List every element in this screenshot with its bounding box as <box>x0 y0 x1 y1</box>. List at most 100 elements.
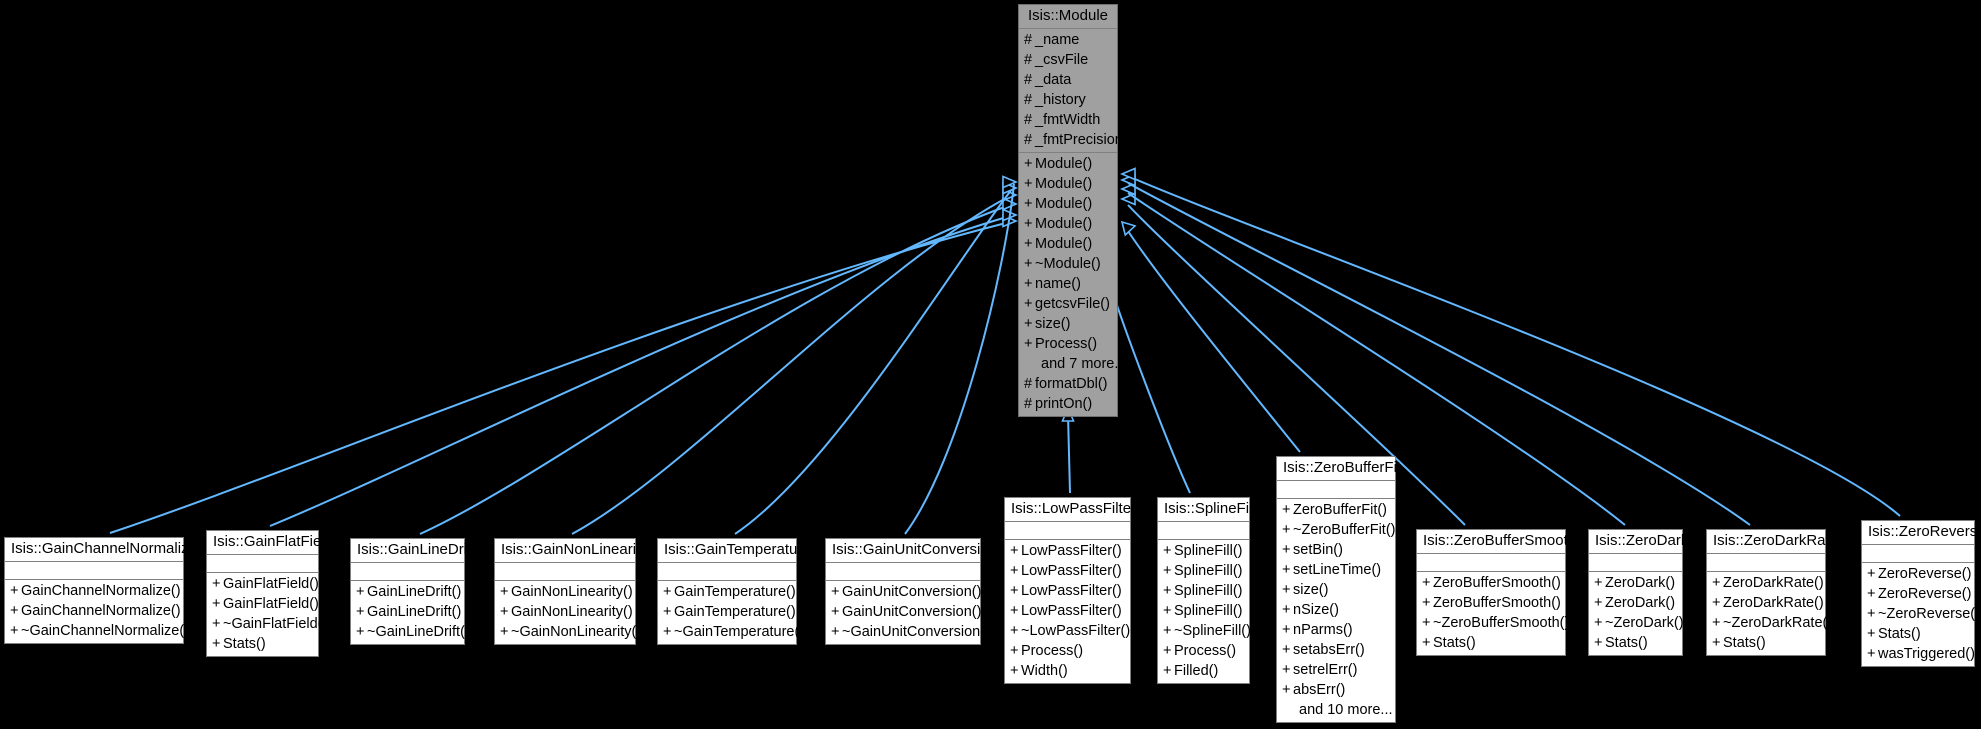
class-methods-section: + GainUnitConversion() + GainUnitConversion… <box>826 581 990 644</box>
class-box[interactable]: Isis::LowPassFilter + LowPassFilter() + LowP… <box>1004 497 1136 684</box>
member-visibility: + <box>212 576 221 592</box>
member-label: Width() <box>1021 663 1068 679</box>
member-visibility: + <box>1163 583 1172 599</box>
class-member: + Width() <box>1005 661 1130 681</box>
class-member: + getcsvFile() <box>1019 294 1117 314</box>
class-member: # _data <box>1019 70 1117 90</box>
class-box[interactable]: Isis::ZeroReverse + ZeroReverse() + ZeroReve… <box>1861 520 1981 667</box>
member-label: _history <box>1035 92 1086 108</box>
class-member: # _fmtWidth <box>1019 110 1117 130</box>
member-label: GainChannelNormalize() <box>21 603 181 619</box>
member-label: GainNonLinearity() <box>511 584 633 600</box>
class-member: + wasTriggered() <box>1862 644 1975 664</box>
class-member: + ~LowPassFilter() <box>1005 621 1130 641</box>
member-label: GainNonLinearity() <box>511 604 633 620</box>
class-attributes-section <box>1707 554 1825 572</box>
class-member: # _name <box>1019 30 1117 50</box>
member-visibility: # <box>1024 72 1033 88</box>
member-label: Module() <box>1035 236 1093 252</box>
class-box[interactable]: Isis::GainTemperature + GainTemperature() +… <box>657 538 811 645</box>
member-label: size() <box>1035 316 1071 332</box>
member-visibility: + <box>500 604 509 620</box>
class-box[interactable]: Isis::GainNonLinearity + GainNonLinearity(… <box>494 538 648 645</box>
class-name-label: Isis::GainChannelNormalize <box>5 538 197 562</box>
member-label: ZeroDarkRate() <box>1723 575 1824 591</box>
class-box[interactable]: Isis::SplineFill + SplineFill() + SplineFill… <box>1157 497 1256 684</box>
member-label: ~ZeroDark() <box>1605 615 1684 631</box>
class-member: + Stats() <box>1707 633 1825 653</box>
class-member: + ZeroDark() <box>1589 573 1682 593</box>
class-member: + Stats() <box>1862 624 1974 644</box>
class-member: # formatDbl() <box>1019 374 1117 394</box>
member-visibility: + <box>1010 563 1019 579</box>
class-box[interactable]: Isis::ZeroDarkRate + ZeroDarkRate() + ZeroDa… <box>1706 529 1838 656</box>
class-member: + Module() <box>1019 234 1117 254</box>
member-label: SplineFill() <box>1174 603 1243 619</box>
class-box[interactable]: Isis::GainUnitConversion+ GainUnitConvers… <box>825 538 997 645</box>
class-box[interactable]: Isis::GainChannelNormalize+ GainChannelNo… <box>4 537 197 644</box>
member-visibility: + <box>1282 662 1291 678</box>
class-member: + setBin() <box>1277 540 1395 560</box>
class-member: + ZeroBufferSmooth() <box>1417 593 1565 613</box>
class-box[interactable]: Isis::GainLineDrift + GainLineDrift() + Gain… <box>350 538 475 645</box>
class-member: + ZeroBufferSmooth() <box>1417 573 1565 593</box>
class-member: + size() <box>1019 314 1117 334</box>
member-visibility: + <box>1712 575 1721 591</box>
inheritance-arrowhead <box>1002 181 1019 195</box>
member-visibility: + <box>1867 566 1876 582</box>
class-member: + GainChannelNormalize() <box>5 581 183 601</box>
member-label: ZeroDark() <box>1605 575 1676 591</box>
class-box[interactable]: Isis::ZeroBufferFit + ZeroBufferFit() + ~Zer… <box>1276 456 1401 723</box>
class-box[interactable]: Isis::ZeroBufferSmooth + ZeroBufferSmooth(… <box>1416 529 1576 656</box>
class-member: + SplineFill() <box>1158 581 1249 601</box>
member-label: Stats() <box>1723 635 1766 651</box>
member-label: ~ZeroBufferFit() <box>1293 522 1396 538</box>
class-name-label: Isis::ZeroBufferFit <box>1277 457 1401 481</box>
class-member: + ~GainUnitConversion() <box>826 622 990 642</box>
member-label: LowPassFilter() <box>1021 543 1122 559</box>
class-member: + setabsErr() <box>1277 640 1395 660</box>
member-label: ~GainUnitConversion() <box>842 624 990 640</box>
class-member: + Module() <box>1019 214 1117 234</box>
class-member: + ZeroDarkRate() <box>1707 573 1825 593</box>
member-visibility: + <box>1422 635 1431 651</box>
class-attributes-section <box>1862 545 1974 563</box>
member-label: and 10 more... <box>1299 702 1393 718</box>
inheritance-edge <box>1125 227 1301 453</box>
class-member: + size() <box>1277 580 1395 600</box>
member-visibility: + <box>1163 623 1172 639</box>
class-member: + ~GainChannelNormalize() <box>5 621 189 641</box>
class-member: + GainLineDrift() <box>351 602 464 622</box>
inheritance-arrowhead <box>1119 173 1136 187</box>
member-label: ~GainFlatField() <box>223 616 328 632</box>
member-visibility: + <box>1282 562 1291 578</box>
member-label: GainLineDrift() <box>367 584 462 600</box>
member-visibility: + <box>1024 156 1033 172</box>
class-box[interactable]: Isis::GainFlatField + GainFlatField() + Gain… <box>206 530 333 657</box>
class-box[interactable]: Isis::ZeroDark + ZeroDark() + ZeroDark() + ~Ze… <box>1588 529 1688 656</box>
member-visibility: + <box>212 596 221 612</box>
class-member: + setLineTime() <box>1277 560 1395 580</box>
class-member: # _csvFile <box>1019 50 1117 70</box>
class-member: + GainFlatField() <box>207 594 319 614</box>
class-member: + ZeroDark() <box>1589 593 1682 613</box>
member-label: GainUnitConversion() <box>842 604 982 620</box>
root-class-box[interactable]: Isis::Module # _name # _csvFile # _data # _histo… <box>1018 4 1126 417</box>
member-visibility: + <box>1163 603 1172 619</box>
member-label: nSize() <box>1293 602 1339 618</box>
member-visibility: + <box>1712 635 1721 651</box>
class-name-label: Isis::GainUnitConversion <box>826 539 997 563</box>
class-member: # _history <box>1019 90 1117 110</box>
member-more-indicator: and 10 more... <box>1277 700 1395 720</box>
member-visibility: # <box>1024 32 1033 48</box>
inheritance-edge <box>1127 182 1751 526</box>
class-member: + SplineFill() <box>1158 541 1249 561</box>
class-member: + ~GainTemperature() <box>658 622 804 642</box>
member-label: Filled() <box>1174 663 1219 679</box>
member-label: Stats() <box>223 636 266 652</box>
class-methods-section: + GainLineDrift() + GainLineDrift() + ~GainLi… <box>351 581 470 644</box>
class-member: + Process() <box>1005 641 1130 661</box>
class-member: + LowPassFilter() <box>1005 601 1130 621</box>
class-member: + GainUnitConversion() <box>826 582 981 602</box>
class-methods-section: + GainFlatField() + GainFlatField() + ~GainFl… <box>207 573 327 656</box>
